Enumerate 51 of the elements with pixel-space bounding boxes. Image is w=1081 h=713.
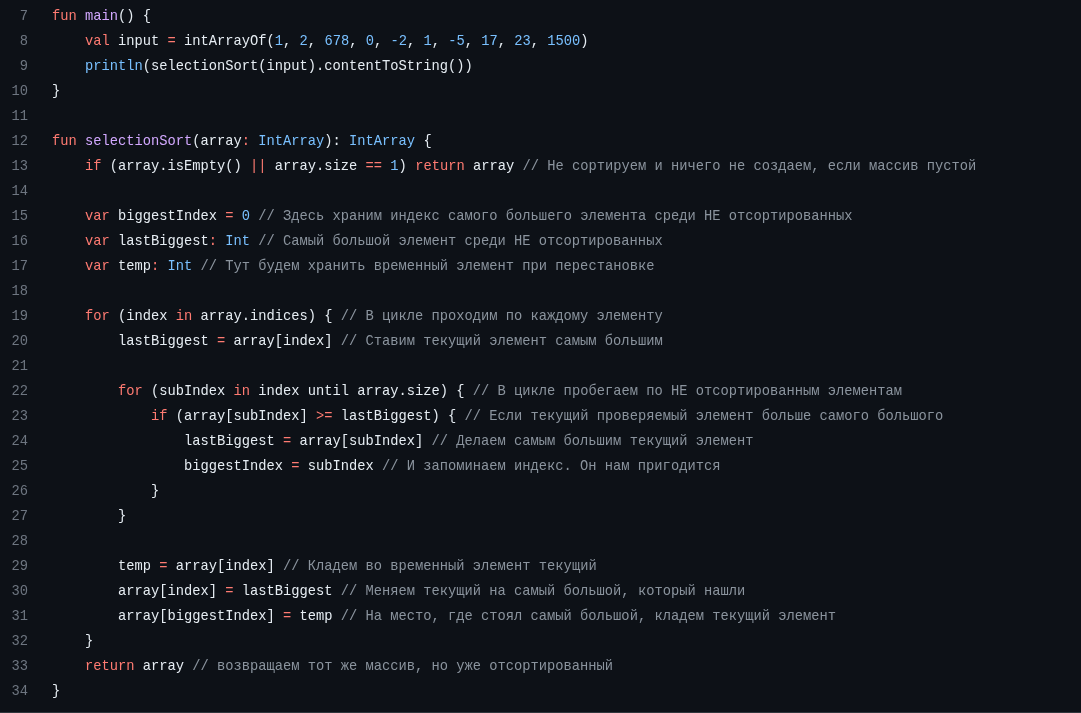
line-number: 17 xyxy=(10,258,28,276)
line-number: 18 xyxy=(10,283,28,301)
line-number: 29 xyxy=(10,558,28,576)
line-number: 22 xyxy=(10,383,28,401)
code-line: temp = array[index] // Кладем во временный элемент текущий xyxy=(117,558,597,576)
line-number: 14 xyxy=(10,183,28,201)
line-number: 7 xyxy=(18,8,28,26)
code-line: biggestIndex = subIndex // И запоминаем индекс. Он нам пригодится xyxy=(183,458,721,476)
line-number: 21 xyxy=(10,358,28,376)
line-number: 8 xyxy=(18,33,28,51)
code-line: for (subIndex in index until array.size) { // В цикле пробегаем по НЕ отсортированным элементам xyxy=(117,382,902,401)
line-number: 16 xyxy=(10,233,28,251)
line-number: 12 xyxy=(10,133,28,151)
code-line: println(selectionSort(input).contentToString()) xyxy=(84,58,473,76)
line-number: 15 xyxy=(10,208,28,226)
code-line: return array // возвращаем тот же массив, но уже отсортированный xyxy=(84,658,614,676)
code-line: } xyxy=(52,83,61,101)
line-number: 24 xyxy=(10,433,28,451)
code-line: array[biggestIndex] = temp // На место, где стоял самый большой, кладем текущий элемент xyxy=(117,607,836,626)
code-line: fun main() { xyxy=(52,8,152,26)
code-line: fun selectionSort(array: IntArray): IntArray { xyxy=(52,133,432,151)
line-number: 27 xyxy=(10,508,28,526)
code-line: array[index] = lastBiggest // Меняем текущий на самый большой, который нашли xyxy=(117,582,746,601)
code-line: var lastBiggest: Int // Самый большой элемент среди НЕ отсортированных xyxy=(84,232,663,251)
code-line: var temp: Int // Тут будем хранить временный элемент при перестановке xyxy=(84,257,655,276)
line-number: 20 xyxy=(10,333,28,351)
code-line: } xyxy=(84,633,94,651)
code-line: } xyxy=(52,683,61,701)
code-line: lastBiggest = array[index] // Ставим текущий элемент самым большим xyxy=(117,332,663,351)
code-line: } xyxy=(150,483,160,501)
code-line: if (array[subIndex] >= lastBiggest) { // Если текущий проверяемый элемент больше самого большого xyxy=(150,407,944,426)
line-number: 31 xyxy=(10,608,28,626)
line-number: 23 xyxy=(10,408,28,426)
line-number: 10 xyxy=(10,83,28,101)
line-number: 13 xyxy=(10,158,28,176)
code-line: lastBiggest = array[subIndex] // Делаем самым большим текущий элемент xyxy=(183,432,754,451)
code-line: if (array.isEmpty() || array.size == 1) return array // Не сортируем и ничего не создаем, если массив пустой xyxy=(84,158,977,176)
line-number: 28 xyxy=(10,533,28,551)
line-number: 25 xyxy=(10,458,28,476)
line-number: 34 xyxy=(10,683,28,701)
code-line: var biggestIndex = 0 // Здесь храним индекс самого большего элемента среди НЕ отсортированных xyxy=(84,207,853,226)
code-line: val input = intArrayOf(1, 2, 678, 0, -2, 1, -5, 17, 23, 1500) xyxy=(84,33,589,51)
code-line: for (index in array.indices) { // В цикле проходим по каждому элементу xyxy=(84,308,663,326)
line-number: 19 xyxy=(10,308,28,326)
line-number: 11 xyxy=(10,108,28,126)
code-line: } xyxy=(117,508,127,526)
line-number: 9 xyxy=(18,58,28,76)
line-number: 32 xyxy=(10,633,28,651)
line-number: 26 xyxy=(10,483,28,501)
line-number: 33 xyxy=(10,658,28,676)
line-number: 30 xyxy=(10,583,28,601)
